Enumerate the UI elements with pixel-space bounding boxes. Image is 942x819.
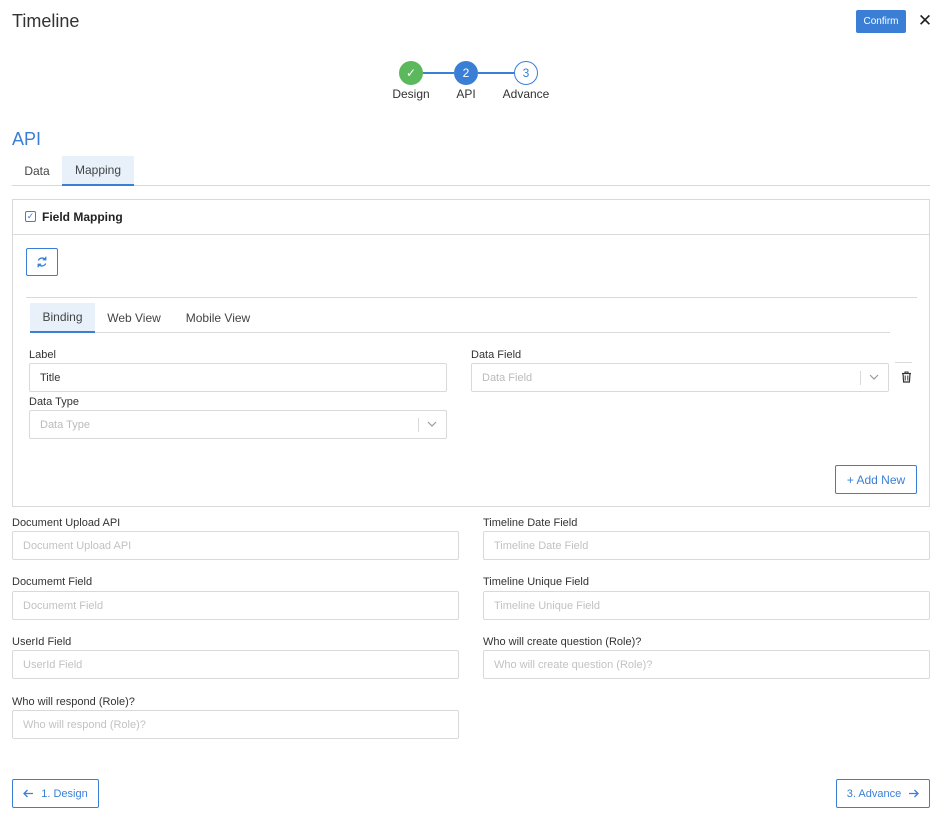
add-new-button[interactable]: + Add New <box>835 465 917 494</box>
label-field-label: Label <box>29 349 56 361</box>
next-step-button[interactable]: 3. Advance <box>836 779 930 808</box>
document-field-label: Documemt Field <box>12 576 93 588</box>
data-field-select[interactable]: Data Field <box>471 363 889 392</box>
step-advance-marker[interactable]: 3 <box>514 61 538 85</box>
chevron-down-icon <box>426 417 438 431</box>
section-title: API <box>12 129 42 149</box>
close-icon[interactable]: ✕ <box>917 10 933 32</box>
tab-data[interactable]: Data <box>12 156 62 185</box>
data-type-select[interactable]: Data Type <box>29 410 447 439</box>
chevron-down-icon <box>868 370 880 384</box>
step-connector <box>423 72 454 74</box>
timeline-unique-field-label: Timeline Unique Field <box>483 576 589 588</box>
field-mapping-checkbox[interactable]: ✓ <box>25 211 36 222</box>
userid-field-input[interactable]: UserId Field <box>12 650 459 679</box>
create-question-role-label: Who will create question (Role)? <box>483 636 642 648</box>
label-input[interactable]: Title <box>29 363 447 392</box>
delete-button[interactable] <box>896 363 916 391</box>
field-mapping-panel: ✓ Field Mapping Binding Web View Mobile … <box>12 199 930 507</box>
divider <box>26 297 917 298</box>
next-step-label: 3. Advance <box>846 787 902 800</box>
tab-mapping[interactable]: Mapping <box>62 156 134 186</box>
document-upload-api-label: Document Upload API <box>12 517 121 529</box>
previous-step-label: 1. Design <box>41 787 88 800</box>
previous-step-button[interactable]: 1. Design <box>12 779 99 808</box>
refresh-icon <box>37 256 47 268</box>
respond-role-input[interactable]: Who will respond (Role)? <box>12 710 459 739</box>
binding-subtabs: Binding Web View Mobile View <box>30 303 890 333</box>
timeline-date-field-label: Timeline Date Field <box>483 517 578 529</box>
userid-field-label: UserId Field <box>12 636 72 648</box>
trash-icon <box>901 371 911 383</box>
select-separator <box>418 418 419 432</box>
subtab-web-view[interactable]: Web View <box>95 303 173 332</box>
api-tabs: Data Mapping <box>12 156 930 186</box>
stepper: ✓ 2 3 Design API Advance <box>380 60 560 104</box>
step-connector <box>478 72 514 74</box>
data-field-label: Data Field <box>471 349 522 361</box>
page-title: Timeline <box>12 11 80 31</box>
subtab-binding[interactable]: Binding <box>30 303 95 333</box>
step-api-marker[interactable]: 2 <box>454 61 478 85</box>
refresh-button[interactable] <box>26 248 58 276</box>
step-design-label: Design <box>392 87 430 101</box>
step-advance-label: Advance <box>502 87 550 101</box>
data-type-label: Data Type <box>29 396 79 408</box>
confirm-button[interactable]: Confirm <box>856 10 906 33</box>
data-field-placeholder: Data Field <box>482 371 533 384</box>
data-type-placeholder: Data Type <box>40 418 90 431</box>
step-design-marker[interactable]: ✓ <box>399 61 423 85</box>
arrow-left-icon <box>23 789 34 798</box>
subtab-mobile-view[interactable]: Mobile View <box>173 303 263 332</box>
document-upload-api-input[interactable]: Document Upload API <box>12 531 459 560</box>
create-question-role-input[interactable]: Who will create question (Role)? <box>483 650 930 679</box>
respond-role-label: Who will respond (Role)? <box>12 696 135 708</box>
step-api-label: API <box>456 87 476 101</box>
select-separator <box>860 371 861 385</box>
timeline-date-field-input[interactable]: Timeline Date Field <box>483 531 930 560</box>
field-mapping-header: ✓ Field Mapping <box>13 200 929 235</box>
arrow-right-icon <box>909 789 920 798</box>
field-mapping-title: Field Mapping <box>42 210 123 224</box>
timeline-unique-field-input[interactable]: Timeline Unique Field <box>483 591 930 620</box>
document-field-input[interactable]: Documemt Field <box>12 591 459 620</box>
